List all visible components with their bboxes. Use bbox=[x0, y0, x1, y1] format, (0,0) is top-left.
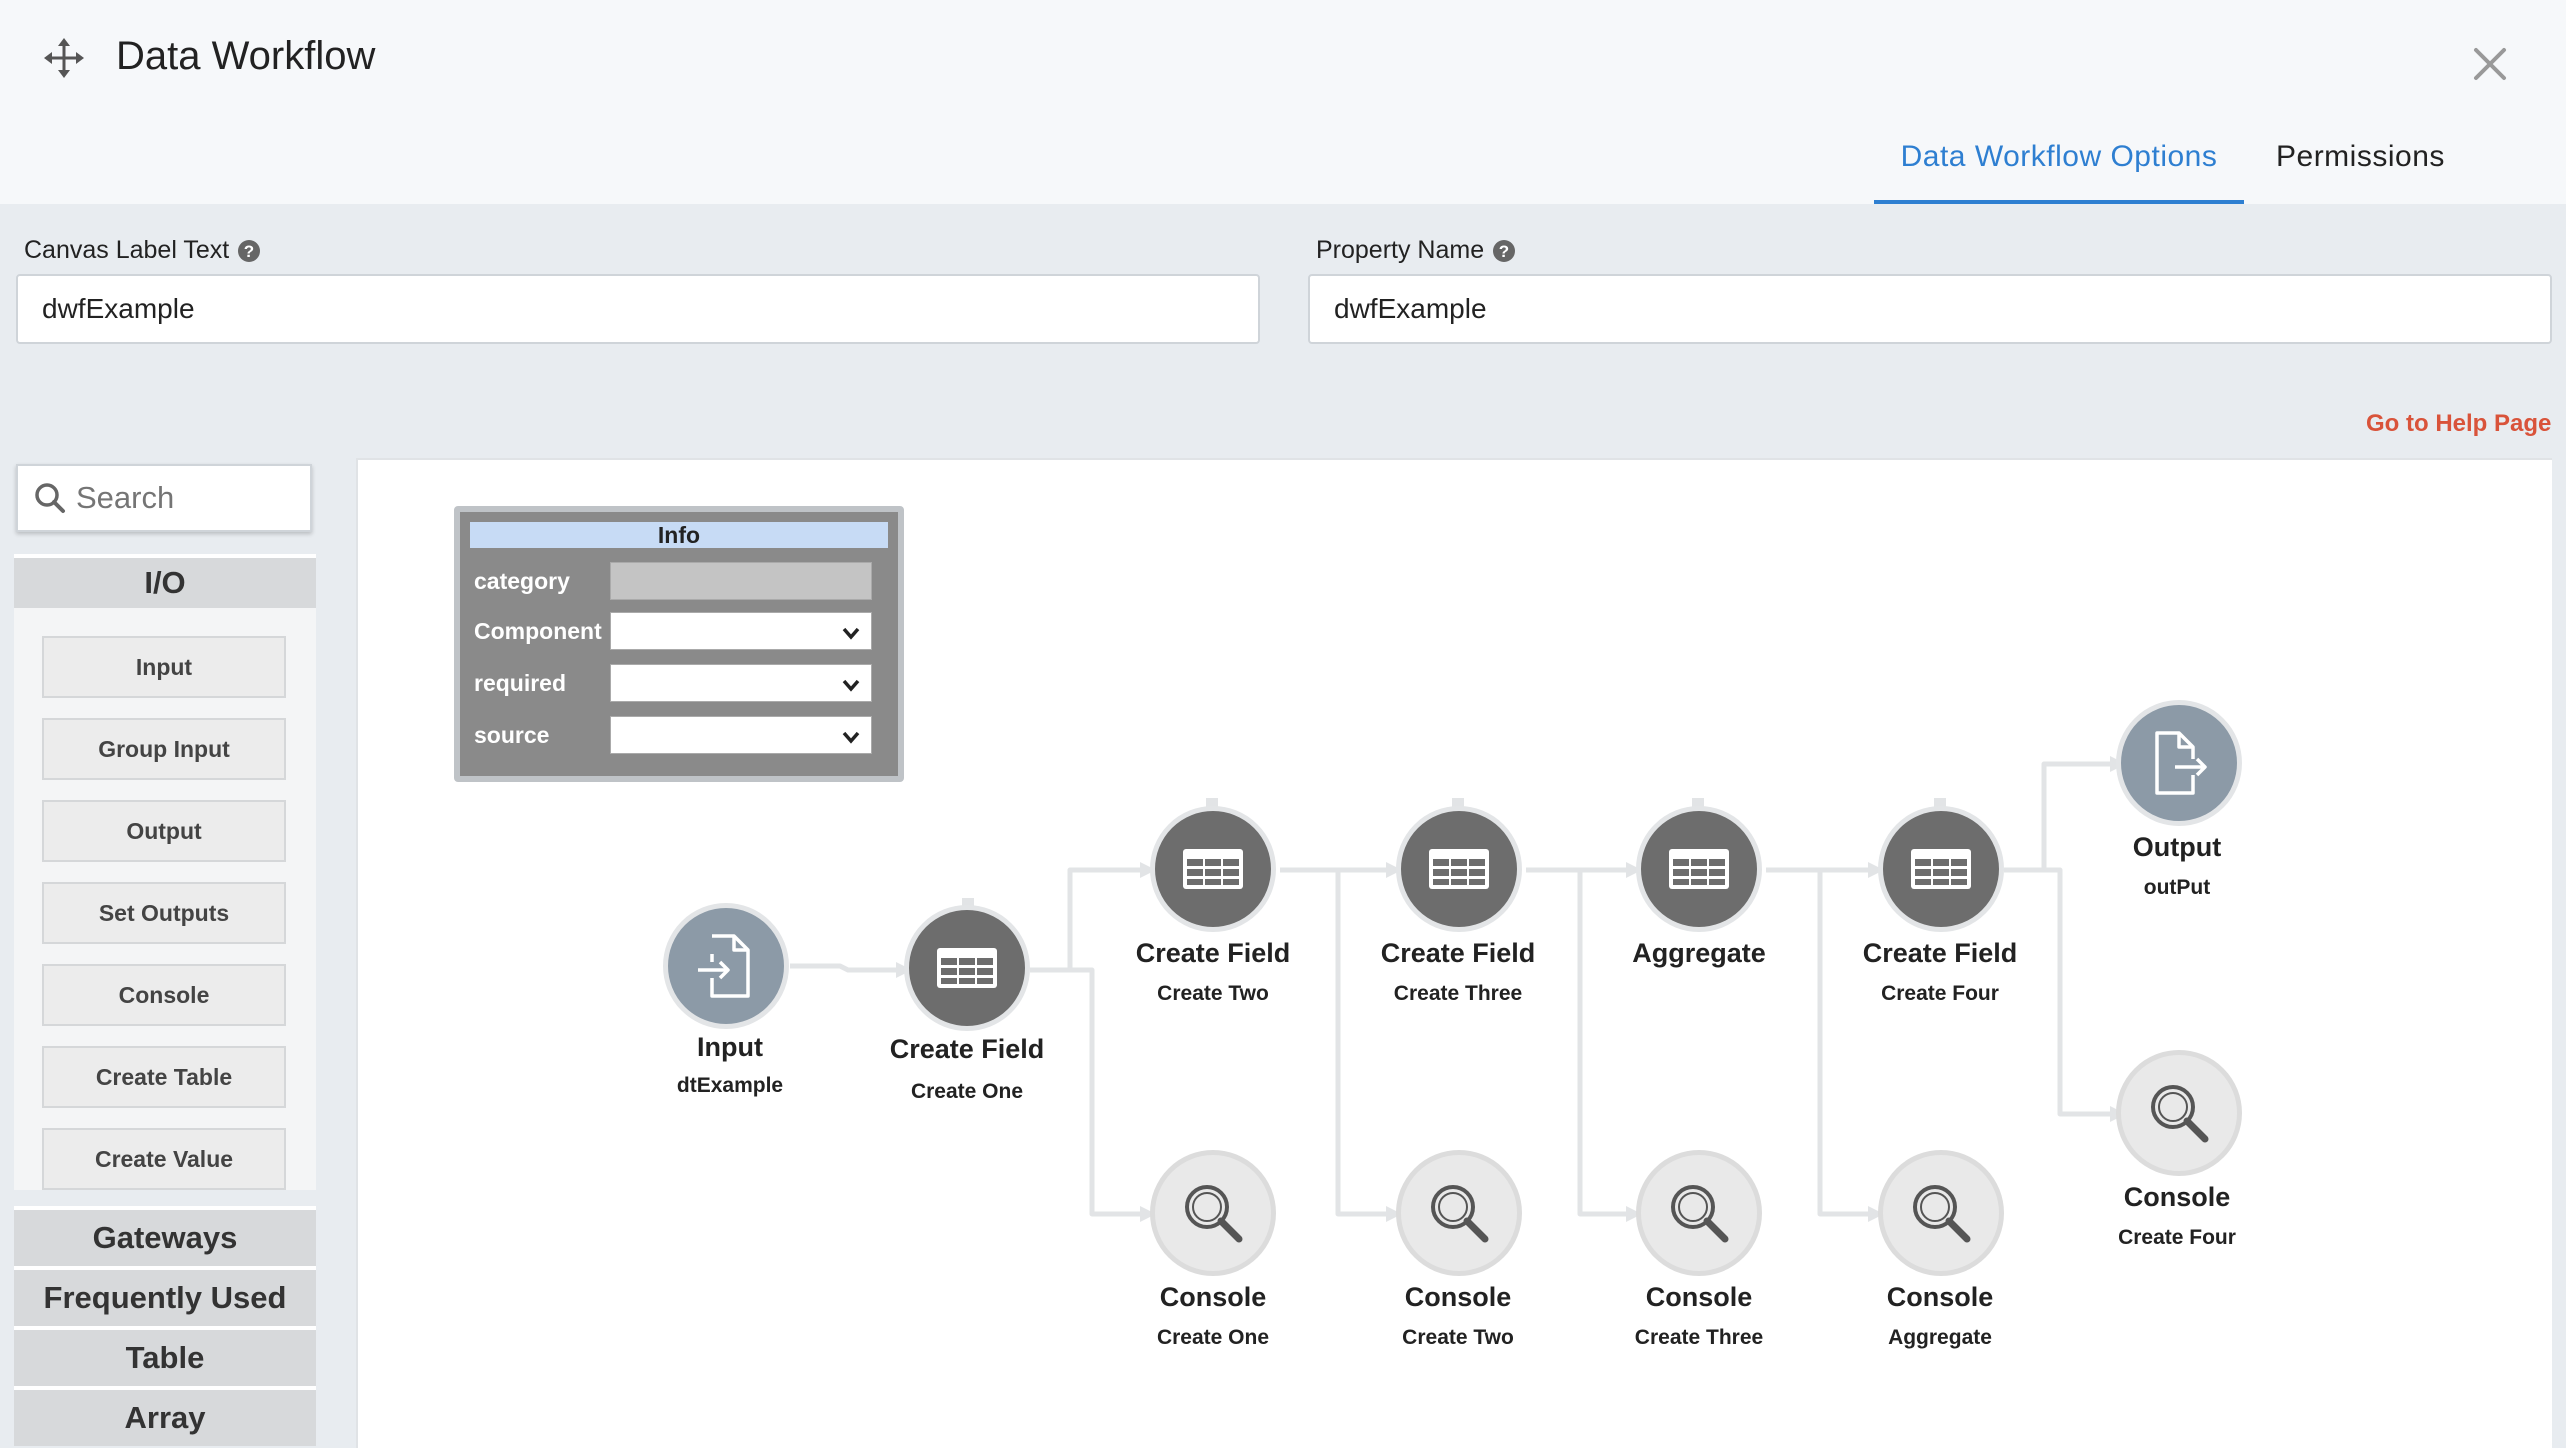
canvas-label-text-input[interactable] bbox=[16, 274, 1260, 344]
chevron-down-icon bbox=[842, 679, 860, 692]
info-required-select[interactable] bbox=[610, 664, 872, 702]
node-title: Console bbox=[1159, 1282, 1267, 1312]
node-output[interactable] bbox=[2116, 700, 2242, 826]
file-export-icon bbox=[2155, 731, 2207, 795]
palette-item-set-outputs[interactable]: Set Outputs bbox=[42, 882, 286, 944]
component-palette: I/O Input Group Input Output Set Outputs… bbox=[14, 462, 318, 1448]
node-title: Create Field bbox=[889, 1034, 1045, 1064]
svg-text:?: ? bbox=[244, 242, 254, 261]
node-title: Create Field bbox=[1135, 938, 1291, 968]
table-icon bbox=[1429, 849, 1489, 889]
info-label-source: source bbox=[474, 722, 550, 748]
move-icon[interactable] bbox=[44, 38, 84, 78]
palette-item-group-input[interactable]: Group Input bbox=[42, 718, 286, 780]
node-subtitle: Create One bbox=[1156, 1326, 1270, 1349]
node-title: Console bbox=[1404, 1282, 1512, 1312]
magnifier-icon bbox=[1671, 1185, 1729, 1243]
palette-section-frequently-used[interactable]: Frequently Used bbox=[14, 1266, 316, 1326]
canvas-label-text-label: Canvas Label Text ? bbox=[24, 236, 261, 265]
table-icon bbox=[1669, 849, 1729, 889]
chevron-down-icon bbox=[842, 731, 860, 744]
magnifier-icon bbox=[1431, 1185, 1489, 1243]
node-create-field-four[interactable] bbox=[1878, 806, 2004, 932]
palette-item-input[interactable]: Input bbox=[42, 636, 286, 698]
node-console-create-four[interactable] bbox=[2116, 1050, 2242, 1176]
node-aggregate[interactable] bbox=[1636, 806, 1762, 932]
palette-section-array[interactable]: Array bbox=[14, 1386, 316, 1446]
node-subtitle: Create Three bbox=[1634, 1326, 1764, 1349]
node-subtitle: Create Two bbox=[1402, 1326, 1514, 1349]
palette-item-create-value[interactable]: Create Value bbox=[42, 1128, 286, 1190]
node-create-field-three[interactable] bbox=[1396, 806, 1522, 932]
node-subtitle: Aggregate bbox=[1888, 1326, 1992, 1349]
node-title: Create Field bbox=[1862, 938, 2018, 968]
dialog-title: Data Workflow bbox=[116, 34, 376, 78]
node-console-create-three[interactable] bbox=[1636, 1150, 1762, 1276]
node-subtitle: dtExample bbox=[676, 1074, 784, 1097]
node-console-create-one[interactable] bbox=[1150, 1150, 1276, 1276]
property-name-label-text: Property Name bbox=[1316, 236, 1485, 264]
node-title: Input bbox=[697, 1032, 763, 1062]
search-icon bbox=[35, 483, 65, 513]
node-title: Console bbox=[1645, 1282, 1753, 1312]
node-title: Output bbox=[2132, 832, 2222, 862]
info-label-required: required bbox=[474, 670, 567, 696]
palette-section-io[interactable]: I/O bbox=[14, 554, 316, 608]
help-icon[interactable]: ? bbox=[237, 239, 261, 263]
tab-permissions[interactable]: Permissions bbox=[2276, 140, 2445, 174]
help-icon[interactable]: ? bbox=[1492, 239, 1516, 263]
info-panel: Info category Component required source bbox=[454, 506, 904, 782]
info-label-component: Component bbox=[474, 618, 602, 644]
property-name-label: Property Name ? bbox=[1316, 236, 1516, 265]
node-console-aggregate[interactable] bbox=[1878, 1150, 2004, 1276]
node-input[interactable] bbox=[663, 903, 789, 1029]
close-icon[interactable] bbox=[2470, 44, 2510, 84]
palette-search[interactable] bbox=[16, 464, 312, 532]
canvas-label-text-label-text: Canvas Label Text bbox=[24, 236, 230, 264]
property-name-input[interactable] bbox=[1308, 274, 2552, 344]
palette-item-output[interactable]: Output bbox=[42, 800, 286, 862]
file-import-icon bbox=[698, 934, 750, 998]
node-subtitle: Create Four bbox=[1881, 982, 1999, 1005]
node-title: Console bbox=[1886, 1282, 1994, 1312]
palette-search-input[interactable] bbox=[76, 480, 296, 516]
dialog-header: Data Workflow Data Workflow Options Perm… bbox=[0, 0, 2566, 204]
active-tab-indicator bbox=[1874, 200, 2244, 204]
info-panel-title: Info bbox=[470, 522, 888, 548]
table-icon bbox=[1911, 849, 1971, 889]
io-item-list: Input Group Input Output Set Outputs Con… bbox=[14, 608, 316, 1190]
node-subtitle: outPut bbox=[2143, 876, 2211, 899]
info-label-category: category bbox=[474, 568, 570, 594]
node-subtitle: Create Two bbox=[1157, 982, 1269, 1005]
palette-section-table[interactable]: Table bbox=[14, 1326, 316, 1386]
palette-item-create-table[interactable]: Create Table bbox=[42, 1046, 286, 1108]
node-title: Create Field bbox=[1380, 938, 1536, 968]
info-component-select[interactable] bbox=[610, 612, 872, 650]
palette-section-gateways[interactable]: Gateways bbox=[14, 1206, 316, 1266]
node-create-field-two[interactable] bbox=[1150, 806, 1276, 932]
node-subtitle: Create Three bbox=[1393, 982, 1523, 1005]
help-page-link[interactable]: Go to Help Page bbox=[2366, 410, 2551, 438]
node-title: Console bbox=[2123, 1182, 2231, 1212]
info-category-field bbox=[610, 562, 872, 600]
node-subtitle: Create One bbox=[910, 1080, 1024, 1103]
svg-text:?: ? bbox=[1499, 242, 1509, 261]
table-icon bbox=[937, 948, 997, 988]
magnifier-icon bbox=[1185, 1185, 1243, 1243]
node-create-field-one[interactable] bbox=[904, 905, 1030, 1031]
table-icon bbox=[1183, 849, 1243, 889]
magnifier-icon bbox=[1913, 1185, 1971, 1243]
magnifier-icon bbox=[2151, 1085, 2209, 1143]
chevron-down-icon bbox=[842, 627, 860, 640]
node-console-create-two[interactable] bbox=[1396, 1150, 1522, 1276]
node-title: Aggregate bbox=[1632, 938, 1766, 968]
node-subtitle: Create Four bbox=[2118, 1226, 2236, 1249]
palette-item-console[interactable]: Console bbox=[42, 964, 286, 1026]
tab-data-workflow-options[interactable]: Data Workflow Options bbox=[1874, 140, 2244, 174]
info-source-select[interactable] bbox=[610, 716, 872, 754]
